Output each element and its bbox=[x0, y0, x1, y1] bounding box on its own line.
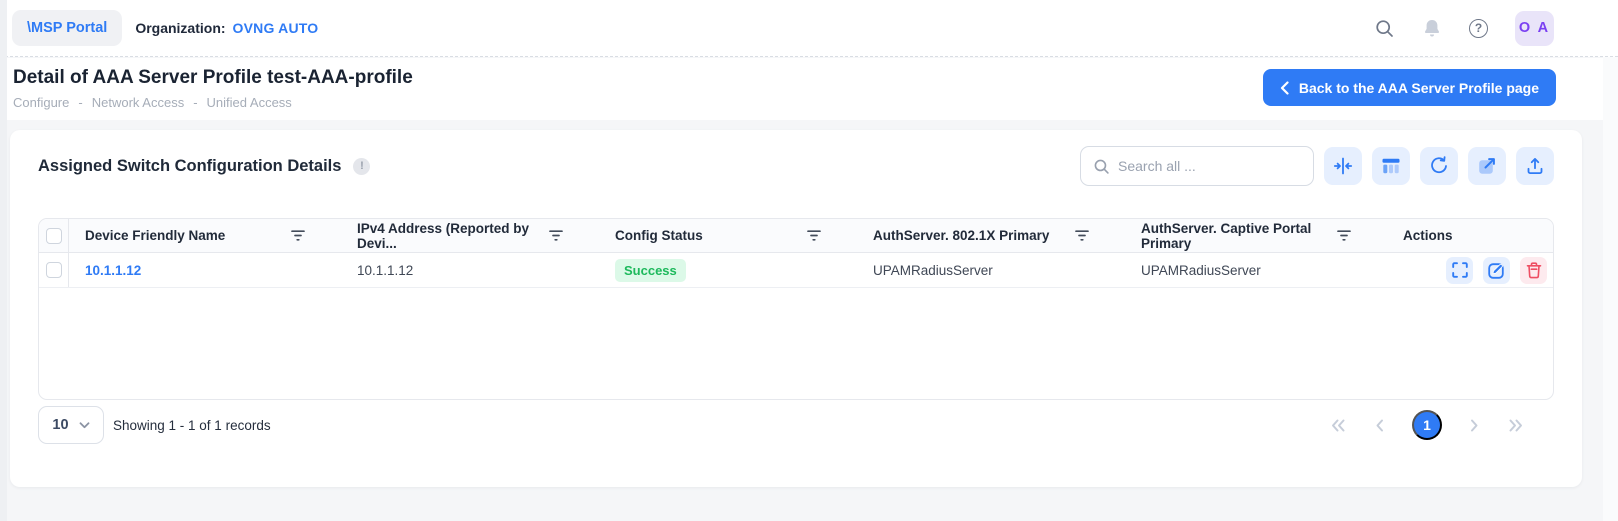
columns-icon bbox=[1381, 156, 1401, 176]
expand-icon bbox=[1451, 261, 1469, 279]
table-toolbar bbox=[1080, 146, 1554, 186]
row-cell-select bbox=[39, 253, 69, 287]
breadcrumb-item-configure[interactable]: Configure bbox=[13, 95, 69, 110]
expand-row-button[interactable] bbox=[1446, 257, 1473, 284]
filter-icon[interactable] bbox=[549, 229, 563, 242]
row-checkbox[interactable] bbox=[46, 262, 62, 278]
msp-portal-label: \MSP Portal bbox=[27, 20, 107, 36]
chevron-right-icon bbox=[1466, 417, 1482, 434]
breadcrumb-separator: - bbox=[193, 95, 197, 110]
column-label: Config Status bbox=[615, 228, 703, 243]
organization-label: Organization: bbox=[135, 20, 225, 36]
table-empty-space bbox=[39, 288, 1553, 399]
breadcrumb-item-unified-access[interactable]: Unified Access bbox=[207, 95, 292, 110]
collapse-columns-icon bbox=[1333, 156, 1353, 176]
table-row: 10.1.1.12 10.1.1.12 Success UPAMRadiusSe… bbox=[39, 253, 1553, 288]
column-label: Actions bbox=[1403, 228, 1453, 243]
search-icon[interactable] bbox=[1374, 18, 1395, 39]
card-title: Assigned Switch Configuration Details bbox=[38, 157, 341, 176]
assigned-switch-card: Assigned Switch Configuration Details ! bbox=[10, 130, 1582, 487]
status-badge: Success bbox=[615, 259, 686, 282]
filter-icon[interactable] bbox=[1337, 229, 1351, 242]
edit-row-button[interactable] bbox=[1483, 257, 1510, 284]
row-cell-device-friendly-name: 10.1.1.12 bbox=[69, 253, 341, 287]
export-button[interactable] bbox=[1516, 147, 1554, 185]
edit-icon bbox=[1487, 261, 1506, 280]
row-cell-authserver-8021x: UPAMRadiusServer bbox=[857, 253, 1125, 287]
records-summary: Showing 1 - 1 of 1 records bbox=[113, 418, 271, 433]
double-chevron-right-icon bbox=[1506, 417, 1526, 434]
refresh-button[interactable] bbox=[1420, 147, 1458, 185]
open-external-icon bbox=[1477, 156, 1497, 176]
column-label: AuthServer. 802.1X Primary bbox=[873, 228, 1049, 243]
header-cell-actions: Actions bbox=[1387, 219, 1553, 252]
row-cell-actions bbox=[1387, 253, 1553, 287]
msp-portal-chip[interactable]: \MSP Portal bbox=[12, 10, 122, 46]
left-edge-strip bbox=[0, 0, 7, 521]
refresh-icon bbox=[1429, 156, 1449, 176]
pagination-bar: 10 Showing 1 - 1 of 1 records 1 bbox=[38, 406, 1554, 444]
search-icon bbox=[1093, 158, 1110, 175]
export-icon bbox=[1525, 156, 1545, 176]
page-button-1[interactable]: 1 bbox=[1412, 410, 1442, 440]
first-page-button[interactable] bbox=[1328, 417, 1348, 434]
authserver-8021x-value: UPAMRadiusServer bbox=[873, 263, 993, 278]
header-cell-select bbox=[39, 219, 69, 252]
column-label: Device Friendly Name bbox=[85, 228, 225, 243]
columns-button[interactable] bbox=[1372, 147, 1410, 185]
collapse-columns-button[interactable] bbox=[1324, 147, 1362, 185]
pager-nav: 1 bbox=[1328, 410, 1526, 440]
page-size-select[interactable]: 10 bbox=[38, 406, 104, 444]
topbar-actions: ? O A bbox=[1374, 11, 1554, 46]
avatar[interactable]: O A bbox=[1515, 11, 1554, 46]
page-header: Detail of AAA Server Profile test-AAA-pr… bbox=[0, 58, 1618, 120]
double-chevron-left-icon bbox=[1328, 417, 1348, 434]
header-cell-authserver-captive-portal: AuthServer. Captive Portal Primary bbox=[1125, 219, 1387, 252]
ipv4-value: 10.1.1.12 bbox=[357, 263, 413, 278]
authserver-captive-value: UPAMRadiusServer bbox=[1141, 263, 1261, 278]
chevron-left-icon bbox=[1372, 417, 1388, 434]
table-header-row: Device Friendly Name IPv4 Address (Repor… bbox=[39, 219, 1553, 253]
topbar: \MSP Portal Organization: OVNG AUTO ? O … bbox=[0, 0, 1618, 57]
help-icon[interactable]: ? bbox=[1469, 19, 1488, 38]
open-external-button[interactable] bbox=[1468, 147, 1506, 185]
search-input[interactable] bbox=[1118, 158, 1301, 174]
back-button[interactable]: Back to the AAA Server Profile page bbox=[1263, 69, 1556, 106]
delete-icon bbox=[1525, 261, 1543, 280]
row-cell-authserver-captive-portal: UPAMRadiusServer bbox=[1125, 253, 1387, 287]
filter-icon[interactable] bbox=[291, 229, 305, 242]
search-box bbox=[1080, 146, 1314, 186]
filter-icon[interactable] bbox=[807, 229, 821, 242]
card-header: Assigned Switch Configuration Details ! bbox=[38, 130, 1554, 186]
bell-icon[interactable] bbox=[1422, 18, 1442, 39]
scrollbar-track[interactable] bbox=[1603, 57, 1618, 521]
info-icon[interactable]: ! bbox=[353, 158, 370, 175]
column-label: IPv4 Address (Reported by Devi... bbox=[357, 221, 549, 251]
column-label: AuthServer. Captive Portal Primary bbox=[1141, 221, 1337, 251]
row-cell-config-status: Success bbox=[599, 253, 857, 287]
header-cell-device-friendly-name: Device Friendly Name bbox=[69, 219, 341, 252]
row-cell-ipv4-address: 10.1.1.12 bbox=[341, 253, 599, 287]
header-cell-ipv4-address: IPv4 Address (Reported by Devi... bbox=[341, 219, 599, 252]
prev-page-button[interactable] bbox=[1372, 417, 1388, 434]
last-page-button[interactable] bbox=[1506, 417, 1526, 434]
back-button-label: Back to the AAA Server Profile page bbox=[1299, 80, 1539, 96]
breadcrumb-item-network-access[interactable]: Network Access bbox=[92, 95, 184, 110]
device-link[interactable]: 10.1.1.12 bbox=[85, 263, 141, 278]
organization-value[interactable]: OVNG AUTO bbox=[233, 20, 319, 36]
next-page-button[interactable] bbox=[1466, 417, 1482, 434]
page-size-value: 10 bbox=[52, 417, 68, 433]
select-all-checkbox[interactable] bbox=[46, 228, 62, 244]
filter-icon[interactable] bbox=[1075, 229, 1089, 242]
avatar-initials: O A bbox=[1519, 20, 1550, 36]
header-cell-config-status: Config Status bbox=[599, 219, 857, 252]
chevron-left-icon bbox=[1280, 81, 1289, 95]
chevron-down-icon bbox=[79, 422, 90, 429]
breadcrumb-separator: - bbox=[78, 95, 82, 110]
switch-config-table: Device Friendly Name IPv4 Address (Repor… bbox=[38, 218, 1554, 400]
delete-row-button[interactable] bbox=[1520, 257, 1547, 284]
header-cell-authserver-8021x: AuthServer. 802.1X Primary bbox=[857, 219, 1125, 252]
